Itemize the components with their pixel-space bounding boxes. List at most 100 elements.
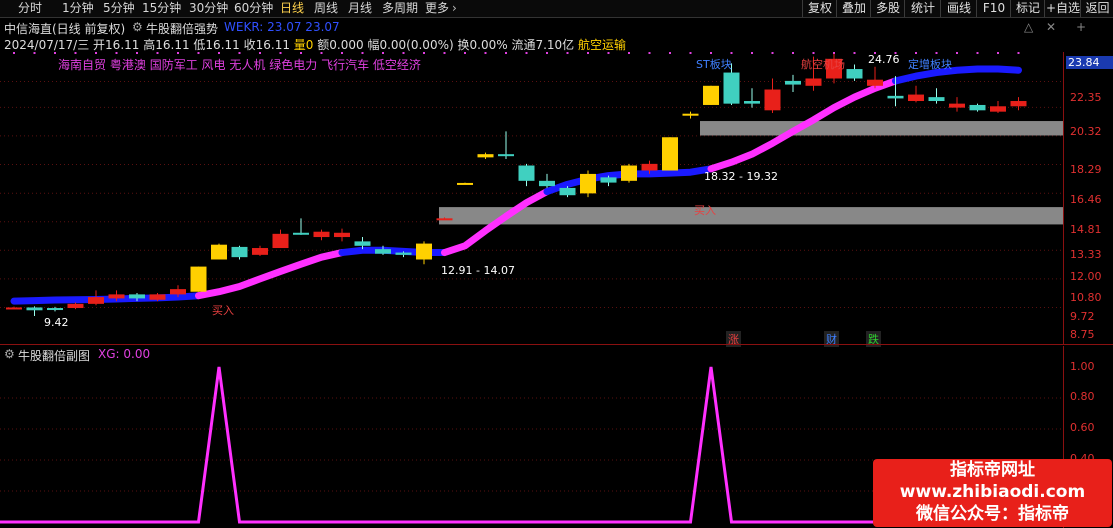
tab-monthly[interactable]: 月线 — [348, 1, 372, 16]
support-zone — [700, 121, 1063, 136]
signal-dot — [833, 52, 835, 54]
indicator-values: WEKR: 23.07 23.07 — [224, 20, 340, 34]
candle-body — [662, 137, 678, 171]
candle-body — [416, 243, 432, 260]
signal-dot — [361, 52, 364, 54]
triangle-icon[interactable]: △ — [1024, 20, 1033, 34]
tab-weekly[interactable]: 周线 — [314, 1, 338, 16]
candle-body — [477, 154, 494, 158]
price-tick: 13.33 — [1070, 248, 1102, 261]
watermark-line: 指标帝网址 — [950, 460, 1035, 480]
price-tick: 10.80 — [1070, 291, 1102, 304]
tab-multi-period[interactable]: 多周期 — [382, 1, 418, 16]
mark-button[interactable]: 标记 — [1010, 0, 1045, 17]
signal-dot — [259, 52, 261, 54]
candle-body — [539, 180, 555, 187]
candle-body — [498, 154, 514, 157]
sub-tick: 0.80 — [1070, 390, 1095, 403]
signal-dot — [771, 52, 774, 54]
signal-dot — [238, 52, 241, 54]
candle-body — [436, 218, 453, 221]
tab-intraday[interactable]: 分时 — [18, 1, 42, 16]
candle-body — [805, 78, 822, 86]
price-tick: 14.81 — [1070, 223, 1102, 236]
tab-30min[interactable]: 30分钟 — [189, 1, 228, 16]
sector-label: 无人机 — [229, 58, 266, 72]
close-icon[interactable]: ✕ — [1046, 20, 1056, 34]
watermark-line: www.zhibiaodi.com — [899, 482, 1086, 502]
upper-block-label: 定增板块 — [908, 58, 952, 71]
candle-body — [580, 173, 596, 194]
signal-dot — [505, 52, 507, 54]
tab-5min[interactable]: 5分钟 — [103, 1, 135, 16]
signal-dot — [300, 52, 302, 54]
signal-dot — [956, 52, 958, 54]
support-range-label: 12.91 - 14.07 — [441, 264, 515, 277]
signal-dot — [976, 52, 979, 54]
signal-dot — [74, 52, 77, 54]
candle-body — [252, 248, 268, 255]
low-price-label: 9.42 — [44, 316, 69, 329]
f10-button[interactable]: F10 — [976, 0, 1011, 17]
quote-line: 2024/07/17/三 开16.11 高16.11 低16.11 收16.11… — [4, 36, 626, 53]
restore-rights-button[interactable]: 复权 — [802, 0, 837, 17]
signal-dot — [484, 52, 487, 54]
signal-dot — [730, 52, 733, 54]
signal-dot — [341, 52, 343, 54]
indicator-name[interactable]: 牛股翻倍强势 — [146, 20, 218, 37]
trend-band-blue — [10, 292, 202, 305]
plus-icon[interactable]: + — [1076, 20, 1086, 34]
sector-label: 风电 — [201, 58, 226, 72]
chevron-right-icon[interactable]: › — [452, 1, 457, 16]
tab-15min[interactable]: 15分钟 — [142, 1, 181, 16]
signal-dot — [566, 52, 569, 54]
candle-body — [785, 80, 801, 85]
quote-open: 开16.11 — [93, 38, 140, 52]
signal-dot — [915, 52, 917, 54]
add-watchlist-button[interactable]: +自选 — [1044, 0, 1081, 17]
signal-dot — [525, 52, 528, 54]
watermark-banner: 指标帝网址 www.zhibiaodi.com 微信公众号：指标帝 — [873, 459, 1112, 527]
back-button[interactable]: 返回 — [1080, 0, 1113, 17]
current-price-tag: 23.84 — [1066, 56, 1113, 69]
sub-tick: 1.00 — [1070, 360, 1095, 373]
candle-body — [600, 177, 617, 183]
statistics-button[interactable]: 统计 — [904, 0, 941, 17]
overlay-button[interactable]: 叠加 — [836, 0, 871, 17]
tab-60min[interactable]: 60分钟 — [234, 1, 273, 16]
candle-body — [190, 266, 207, 292]
draw-line-button[interactable]: 画线 — [940, 0, 977, 17]
candle-body — [641, 163, 658, 171]
aviation-block-label: 航空机场 — [801, 58, 845, 71]
candle-body — [47, 308, 63, 311]
support-range-label: 18.32 - 19.32 — [704, 170, 778, 183]
settings-gear-icon[interactable]: ⚙ — [132, 20, 143, 34]
tab-more[interactable]: 更多 — [425, 1, 449, 16]
candle-body — [518, 165, 535, 181]
price-tick: 18.29 — [1070, 163, 1102, 176]
signal-dot — [13, 52, 15, 54]
candle-body — [969, 104, 986, 111]
watermark-line: 微信公众号：指标帝 — [916, 504, 1069, 524]
stock-title: 中信海直(日线 前复权) — [4, 22, 126, 36]
tab-1min[interactable]: 1分钟 — [62, 1, 94, 16]
signal-dot — [997, 52, 999, 54]
candle-body — [928, 97, 945, 102]
candle-body — [67, 303, 84, 309]
sector-label: 海南自贸 — [58, 58, 107, 72]
price-tick: 16.46 — [1070, 193, 1102, 206]
quote-sector: 航空运输 — [578, 38, 627, 52]
sub-tick: 0.60 — [1070, 421, 1095, 434]
candle-body — [457, 182, 473, 185]
kline-chart[interactable] — [0, 52, 1063, 342]
quote-high: 高16.11 — [143, 38, 190, 52]
candle-body — [108, 294, 125, 299]
signal-dot — [710, 52, 712, 54]
buy-signal-label: 买入 — [694, 204, 716, 217]
multi-stock-button[interactable]: 多股 — [870, 0, 905, 17]
tab-daily[interactable]: 日线 — [280, 1, 304, 16]
signal-dot — [689, 52, 692, 54]
signal-dot — [751, 52, 753, 54]
panel-divider — [0, 344, 1113, 345]
candle-body — [6, 307, 22, 310]
